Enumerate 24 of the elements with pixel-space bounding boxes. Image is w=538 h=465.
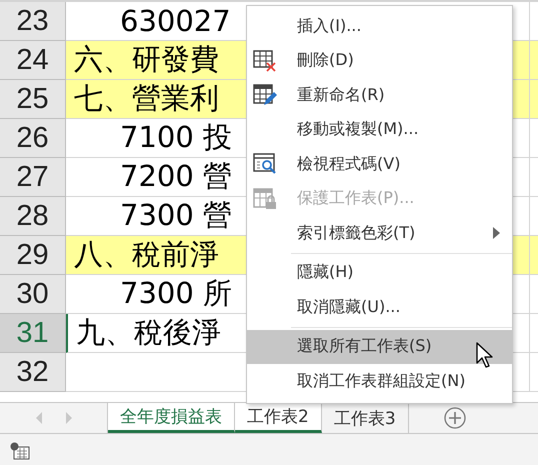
row-header[interactable]: 30 [0,275,66,314]
delete-sheet-icon [253,50,277,72]
page-layout-icon[interactable] [10,442,30,460]
row-header[interactable]: 28 [0,197,66,236]
mouse-pointer-icon [476,342,494,368]
protect-sheet-icon [253,188,277,210]
row-header[interactable]: 23 [0,2,66,41]
row-header[interactable]: 32 [0,353,66,392]
row-header[interactable]: 31 [0,314,66,353]
add-sheet-icon[interactable] [444,407,466,429]
menu-item[interactable]: 取消工作表群組設定(N) [247,364,512,398]
menu-item[interactable]: 刪除(D) [247,44,512,78]
row-header[interactable]: 26 [0,119,66,158]
view-code-icon [253,153,277,176]
rename-sheet-icon [253,84,277,106]
row-header[interactable]: 25 [0,80,66,119]
row-header[interactable]: 24 [0,41,66,80]
submenu-arrow-icon [493,227,500,240]
menu-item[interactable]: 重新命名(R) [247,78,512,112]
menu-item[interactable]: 插入(I)... [247,9,512,44]
sheet-tab[interactable]: 全年度損益表 [108,403,235,433]
row-header[interactable]: 29 [0,236,66,275]
sheet-tab[interactable]: 工作表2 [235,403,322,433]
row-header[interactable]: 27 [0,158,66,197]
